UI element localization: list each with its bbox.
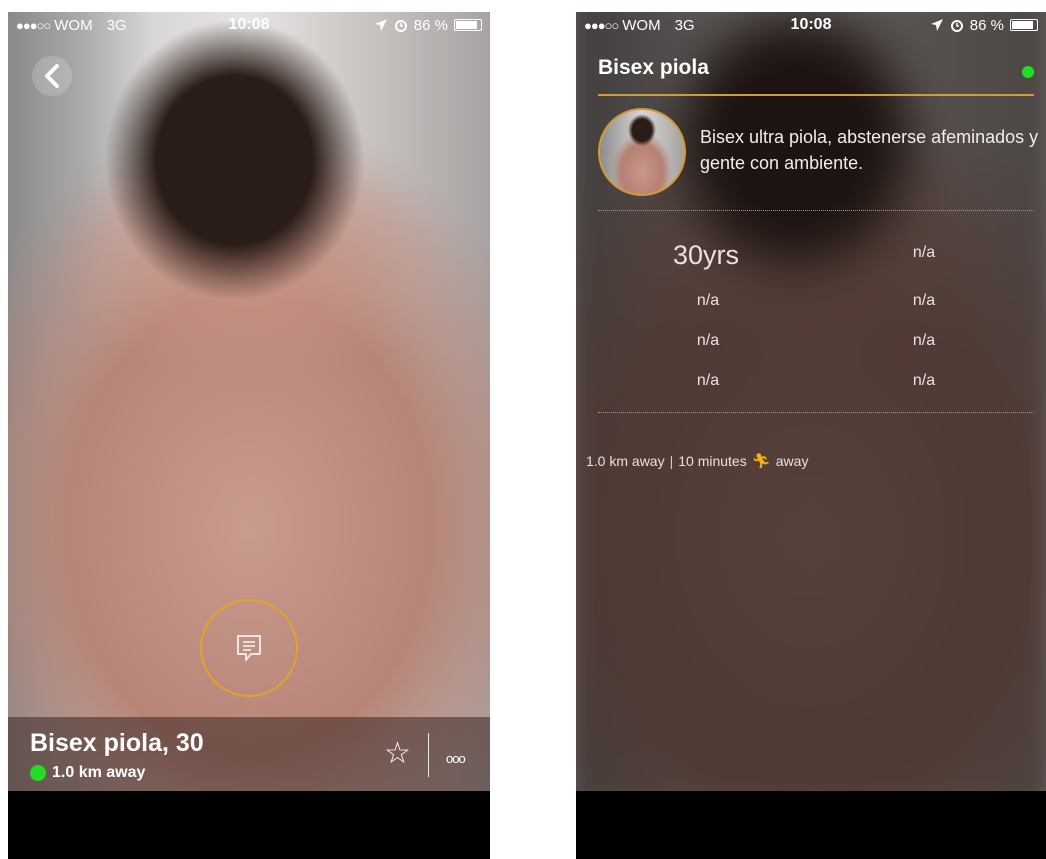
bottom-black-area (8, 791, 490, 859)
footer-travel-time: 10 minutes (678, 453, 747, 469)
battery-icon (1010, 19, 1038, 31)
avatar[interactable] (598, 108, 686, 196)
profile-details-screen: ●●●○○ WOM 3G 10:08 86 % Bisex piola Bise… (576, 12, 1046, 859)
favorite-button[interactable]: ☆ (384, 739, 411, 769)
clock: 10:08 (228, 16, 270, 33)
chat-icon (237, 635, 261, 661)
alarm-icon (950, 20, 963, 32)
bottom-black-area (576, 791, 1046, 859)
stat-age: 30yrs (672, 240, 740, 270)
battery-icon (454, 19, 482, 31)
battery-percent: 86 % (413, 16, 448, 34)
distance-text: 1.0 km away (52, 764, 146, 781)
profile-info-bar: Bisex piola, 30 1.0 km away ☆ ooo (8, 717, 490, 791)
status-bar: ●●●○○ WOM 3G 10:08 86 % (576, 12, 1046, 38)
distance-footer: 1.0 km away | 10 minutes 🏃︎ away (586, 452, 808, 470)
alarm-icon (394, 20, 407, 32)
signal-dots: ●●●○○ (584, 17, 619, 33)
dotted-divider (598, 412, 1034, 413)
stat-value: n/a (912, 244, 936, 261)
stat-value: n/a (696, 292, 720, 309)
carrier-name: WOM (622, 16, 661, 34)
footer-away-label: away (775, 453, 809, 469)
distance-row: 1.0 km away (30, 764, 145, 782)
stat-value: n/a (912, 292, 936, 309)
profile-photo-screen: ●●●○○ WOM 3G 10:08 86 % Bisex piola, 30 … (8, 12, 490, 859)
back-chevron-icon (45, 64, 59, 88)
battery-percent: 86 % (969, 16, 1004, 34)
network-type: 3G (674, 16, 695, 34)
footer-separator: | (669, 453, 674, 469)
chat-button[interactable] (200, 599, 298, 697)
divider (428, 733, 429, 777)
walking-person-icon: 🏃︎ (751, 453, 771, 470)
profile-title: Bisex piola (598, 56, 709, 79)
status-bar: ●●●○○ WOM 3G 10:08 86 % (8, 12, 490, 38)
location-arrow-icon (374, 19, 387, 31)
stat-value: n/a (696, 332, 720, 349)
network-type: 3G (106, 16, 127, 34)
stat-value: n/a (912, 372, 936, 389)
signal-dots: ●●●○○ (16, 17, 51, 33)
location-arrow-icon (930, 19, 943, 31)
title-divider (598, 94, 1034, 96)
profile-bio: Bisex ultra piola, abstenerse afeminados… (700, 127, 1039, 173)
back-button[interactable] (32, 56, 72, 96)
profile-name-age: Bisex piola, 30 (30, 729, 204, 757)
clock: 10:08 (790, 16, 832, 33)
stat-value: n/a (912, 332, 936, 349)
stat-value: n/a (696, 372, 720, 389)
online-status-icon (1022, 66, 1034, 78)
online-status-icon (30, 765, 46, 781)
carrier-name: WOM (54, 16, 93, 34)
footer-distance: 1.0 km away (586, 453, 665, 469)
dotted-divider (598, 210, 1034, 211)
more-options-button[interactable]: ooo (446, 751, 466, 766)
star-icon: ☆ (384, 737, 411, 770)
